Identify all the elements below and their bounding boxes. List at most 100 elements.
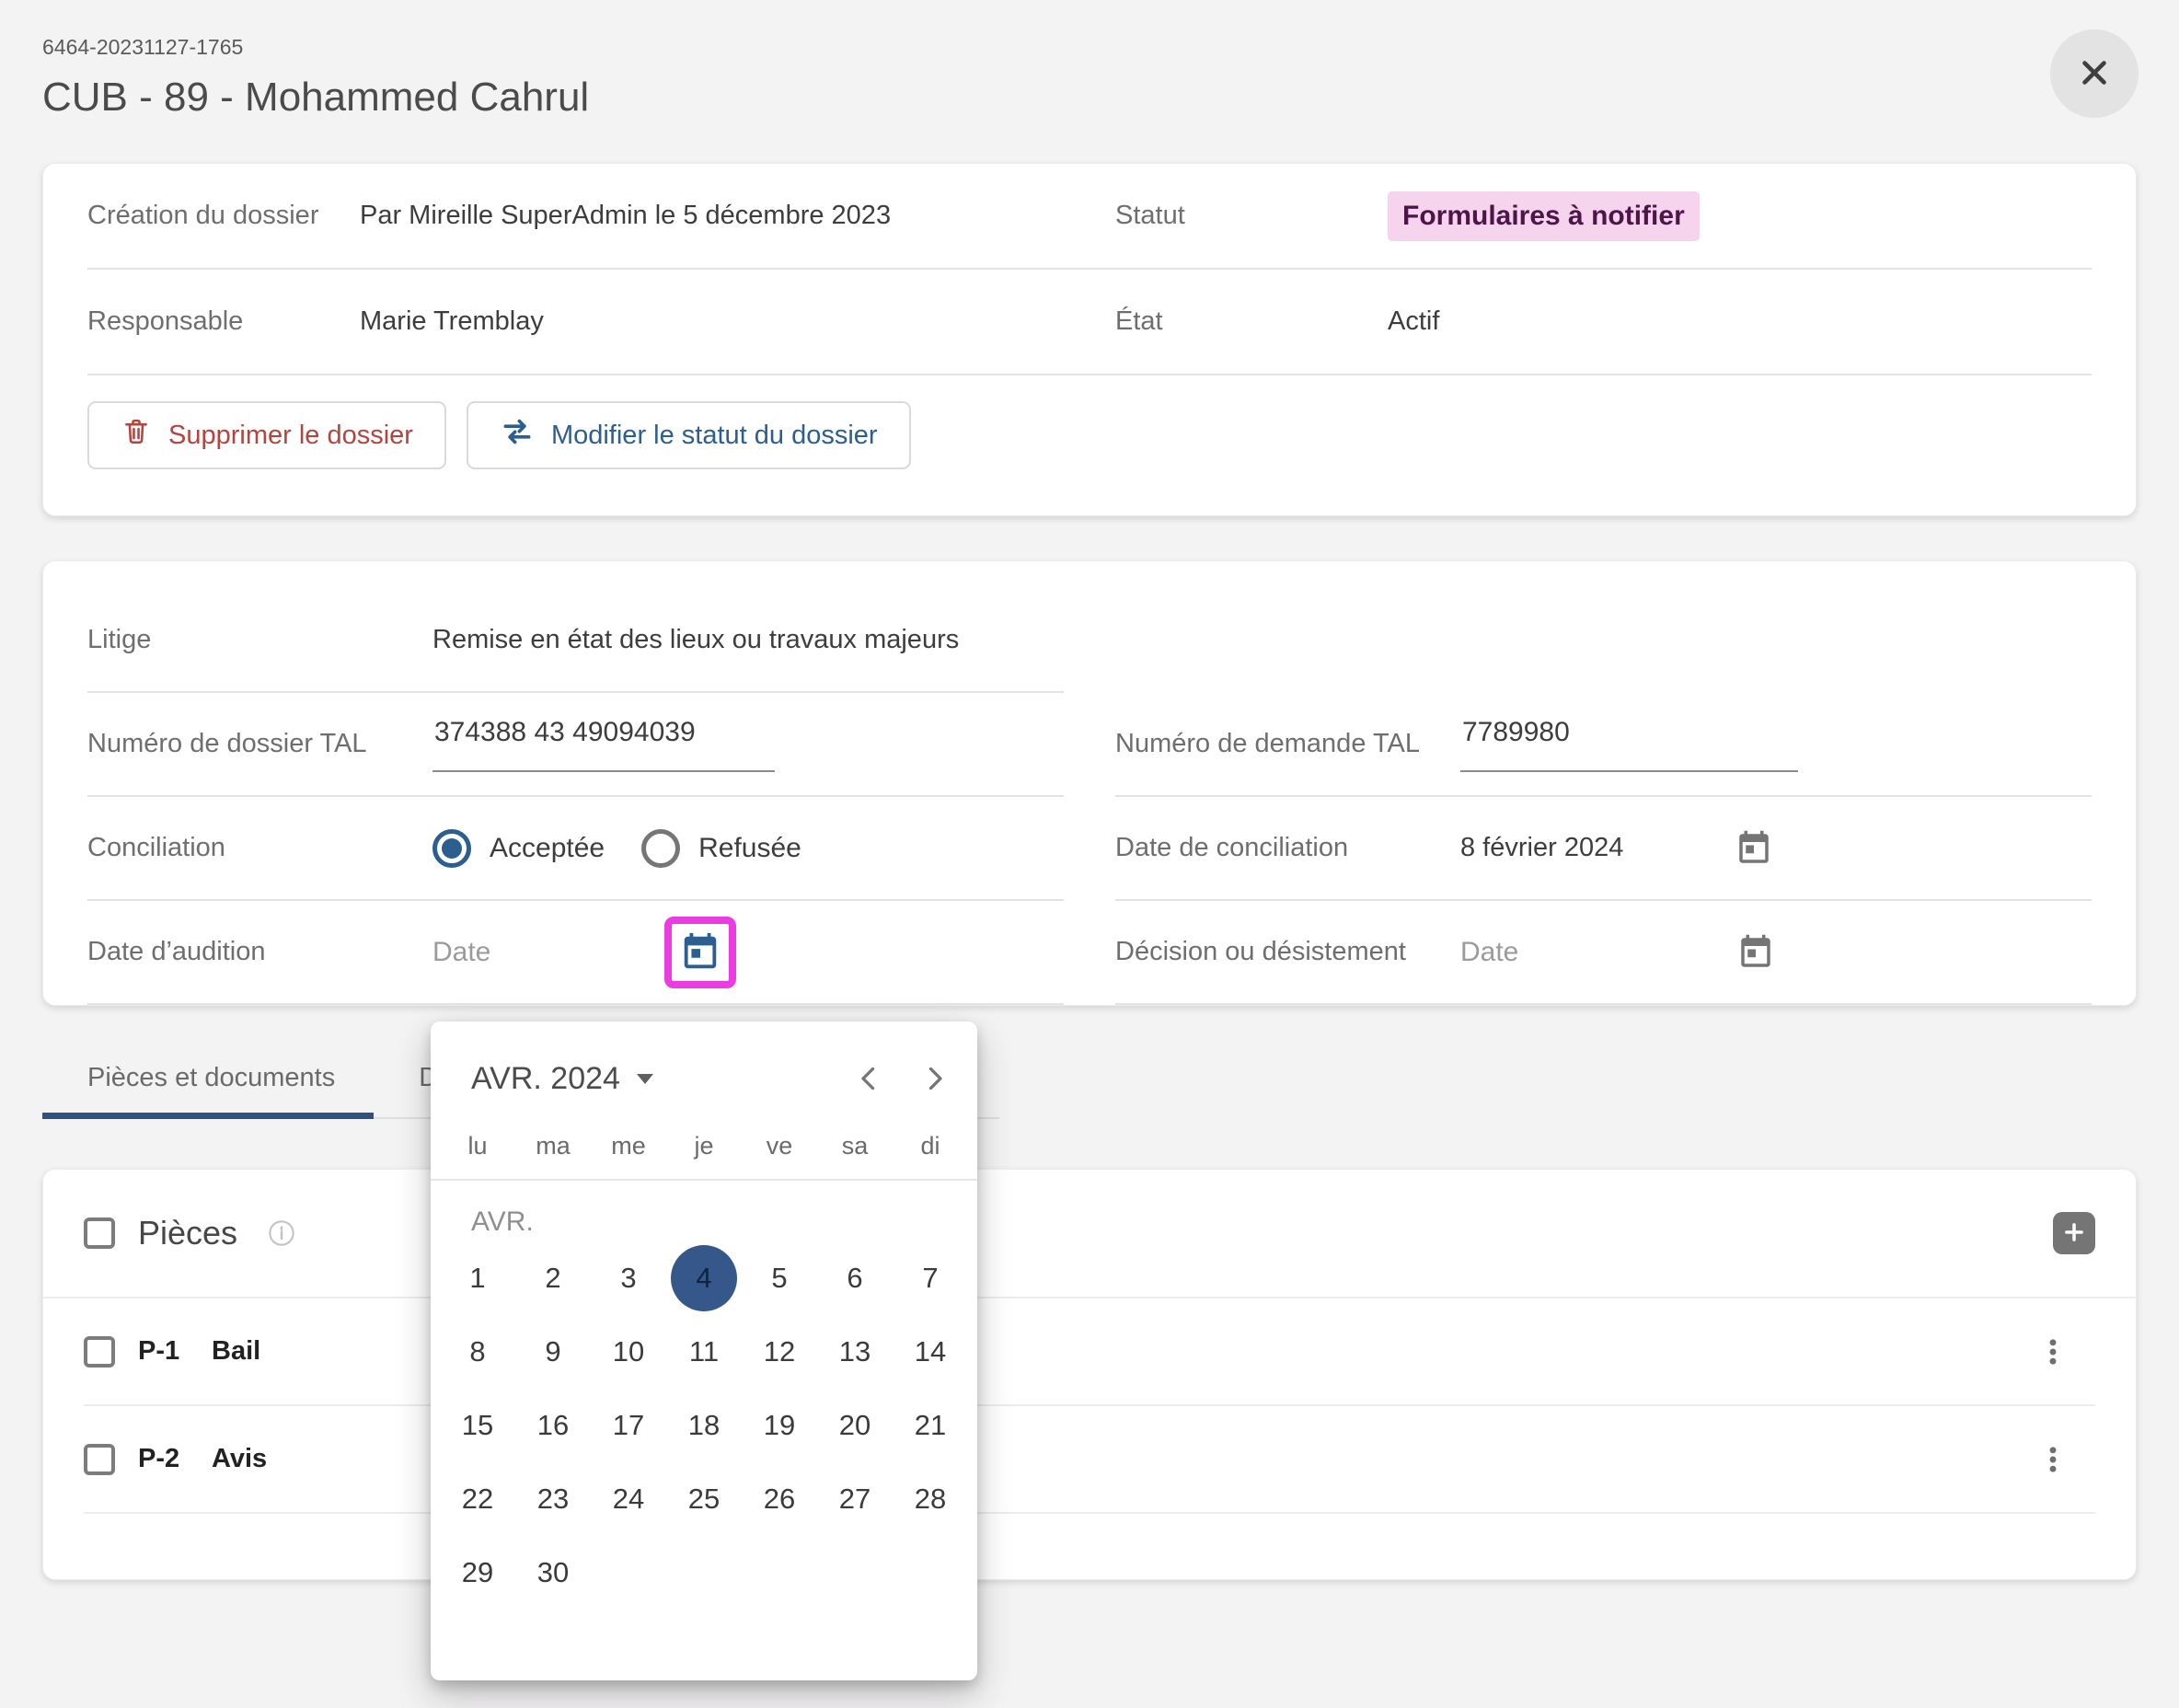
calendar-day[interactable]: 26 bbox=[742, 1462, 817, 1536]
calendar-day[interactable]: 18 bbox=[666, 1389, 742, 1462]
next-month-button[interactable] bbox=[915, 1058, 955, 1099]
date-conciliation-picker-button[interactable] bbox=[1735, 829, 1773, 868]
calendar-day[interactable]: 21 bbox=[893, 1389, 968, 1462]
calendar-icon bbox=[679, 963, 721, 976]
numero-dossier-input[interactable] bbox=[432, 717, 775, 772]
date-audition-picker-button[interactable] bbox=[679, 931, 721, 974]
decision-date-input[interactable] bbox=[1460, 937, 1692, 968]
datepicker-divider bbox=[431, 1179, 977, 1181]
month-row-label: AVR. bbox=[471, 1206, 977, 1238]
calendar-day[interactable]: 25 bbox=[666, 1462, 742, 1536]
datepicker-popup: AVR. 2024 lumamejevesadi AVR. 1234567891… bbox=[431, 1021, 977, 1680]
page-header: 6464-20231127-1765 CUB - 89 - Mohammed C… bbox=[42, 35, 2137, 121]
calendar-day[interactable]: 14 bbox=[893, 1315, 968, 1389]
kebab-icon bbox=[2036, 1357, 2069, 1371]
calendar-day[interactable]: 22 bbox=[440, 1462, 515, 1536]
calendar-day[interactable]: 15 bbox=[440, 1389, 515, 1462]
calendar-day[interactable]: 20 bbox=[817, 1389, 893, 1462]
piece-name: Avis bbox=[212, 1444, 267, 1474]
summary-actions: Supprimer le dossier Modifier le statut … bbox=[87, 375, 2092, 515]
calendar-day[interactable]: 1 bbox=[440, 1241, 515, 1315]
previous-month-button[interactable] bbox=[848, 1058, 889, 1099]
numeros-row: Numéro de dossier TAL Numéro de demande … bbox=[87, 693, 2092, 797]
datepicker-header: AVR. 2024 bbox=[431, 1058, 977, 1099]
delete-dossier-label: Supprimer le dossier bbox=[168, 421, 413, 451]
details-card: Litige Remise en état des lieux ou trava… bbox=[42, 560, 2137, 1006]
weekday-label: sa bbox=[817, 1132, 893, 1160]
creation-value: Par Mireille SuperAdmin le 5 décembre 20… bbox=[360, 201, 891, 231]
pieces-title: Pièces bbox=[138, 1214, 237, 1252]
calendar-day[interactable]: 17 bbox=[591, 1389, 666, 1462]
calendar-day[interactable]: 13 bbox=[817, 1315, 893, 1389]
radio-refusee[interactable]: Refusée bbox=[641, 829, 801, 868]
date-audition-input[interactable] bbox=[432, 937, 664, 968]
close-button[interactable] bbox=[2050, 29, 2139, 118]
calendar-day[interactable]: 28 bbox=[893, 1462, 968, 1536]
decision-picker-button[interactable] bbox=[1736, 933, 1775, 972]
calendar-day[interactable]: 12 bbox=[742, 1315, 817, 1389]
litige-row: Litige Remise en état des lieux ou trava… bbox=[87, 589, 2092, 693]
delete-dossier-button[interactable]: Supprimer le dossier bbox=[87, 401, 446, 469]
piece-code: P-2 bbox=[138, 1444, 212, 1474]
pieces-card: Pièces P-1BailP-2Avis bbox=[42, 1169, 2137, 1580]
month-year-dropdown[interactable]: AVR. 2024 bbox=[471, 1061, 653, 1097]
calendar-day[interactable]: 9 bbox=[515, 1315, 591, 1389]
case-detail-page: 6464-20231127-1765 CUB - 89 - Mohammed C… bbox=[0, 0, 2179, 1580]
calendar-day[interactable]: 24 bbox=[591, 1462, 666, 1536]
calendar-week-row: 891011121314 bbox=[440, 1315, 968, 1389]
calendar-empty-cell bbox=[817, 1536, 893, 1610]
conciliation-radio-group: Acceptée Refusée bbox=[432, 829, 801, 868]
month-year-label: AVR. 2024 bbox=[471, 1061, 620, 1097]
etat-label: État bbox=[1115, 306, 1388, 337]
kebab-icon bbox=[2036, 1465, 2069, 1479]
conciliation-row: Conciliation Acceptée Refusée Date de co… bbox=[87, 797, 2092, 901]
calendar-day[interactable]: 3 bbox=[591, 1241, 666, 1315]
responsable-label: Responsable bbox=[87, 306, 360, 337]
calendar-day[interactable]: 16 bbox=[515, 1389, 591, 1462]
radio-unselected-icon bbox=[641, 829, 680, 868]
piece-checkbox[interactable] bbox=[84, 1444, 115, 1475]
calendar-day[interactable]: 2 bbox=[515, 1241, 591, 1315]
radio-acceptee-label: Acceptée bbox=[490, 833, 605, 864]
tab-label: Pièces et documents bbox=[87, 1063, 335, 1092]
swap-arrows-icon bbox=[500, 414, 535, 456]
calendar-day[interactable]: 27 bbox=[817, 1462, 893, 1536]
numero-dossier-label: Numéro de dossier TAL bbox=[87, 729, 432, 759]
tab-pieces-et-documents[interactable]: Pièces et documents bbox=[42, 1063, 374, 1117]
radio-refusee-label: Refusée bbox=[698, 833, 801, 864]
calendar-day[interactable]: 8 bbox=[440, 1315, 515, 1389]
calendar-day[interactable]: 29 bbox=[440, 1536, 515, 1610]
numero-demande-label: Numéro de demande TAL bbox=[1115, 729, 1460, 759]
decision-label: Décision ou désistement bbox=[1115, 937, 1460, 967]
chevron-left-icon bbox=[852, 1062, 885, 1095]
chevron-right-icon bbox=[918, 1062, 951, 1095]
select-all-checkbox[interactable] bbox=[84, 1218, 115, 1249]
calendar-day-selected[interactable]: 4 bbox=[666, 1241, 742, 1315]
piece-row: P-2Avis bbox=[84, 1406, 2095, 1514]
change-status-button[interactable]: Modifier le statut du dossier bbox=[467, 401, 911, 469]
calendar-day[interactable]: 10 bbox=[591, 1315, 666, 1389]
add-piece-button[interactable] bbox=[2053, 1212, 2095, 1254]
weekday-label: ve bbox=[742, 1132, 817, 1160]
calendar-day[interactable]: 11 bbox=[666, 1315, 742, 1389]
piece-menu-button[interactable] bbox=[2036, 1335, 2069, 1368]
trash-icon bbox=[121, 416, 152, 455]
calendar-day[interactable]: 19 bbox=[742, 1389, 817, 1462]
litige-label: Litige bbox=[87, 625, 432, 655]
radio-acceptee[interactable]: Acceptée bbox=[432, 829, 605, 868]
etat-value: Actif bbox=[1388, 306, 1439, 337]
calendar-day[interactable]: 5 bbox=[742, 1241, 817, 1315]
calendar-day[interactable]: 7 bbox=[893, 1241, 968, 1315]
litige-value: Remise en état des lieux ou travaux maje… bbox=[432, 625, 959, 655]
numero-demande-input[interactable] bbox=[1460, 717, 1798, 772]
calendar-week-row: 2930 bbox=[440, 1536, 968, 1610]
piece-row: P-1Bail bbox=[84, 1298, 2095, 1406]
weekday-label: di bbox=[893, 1132, 968, 1160]
change-status-label: Modifier le statut du dossier bbox=[551, 421, 878, 451]
calendar-day[interactable]: 23 bbox=[515, 1462, 591, 1536]
piece-checkbox[interactable] bbox=[84, 1336, 115, 1368]
calendar-day[interactable]: 30 bbox=[515, 1536, 591, 1610]
calendar-day[interactable]: 6 bbox=[817, 1241, 893, 1315]
piece-menu-button[interactable] bbox=[2036, 1443, 2069, 1476]
responsable-etat-row: Responsable Marie Tremblay État Actif bbox=[87, 270, 2092, 375]
